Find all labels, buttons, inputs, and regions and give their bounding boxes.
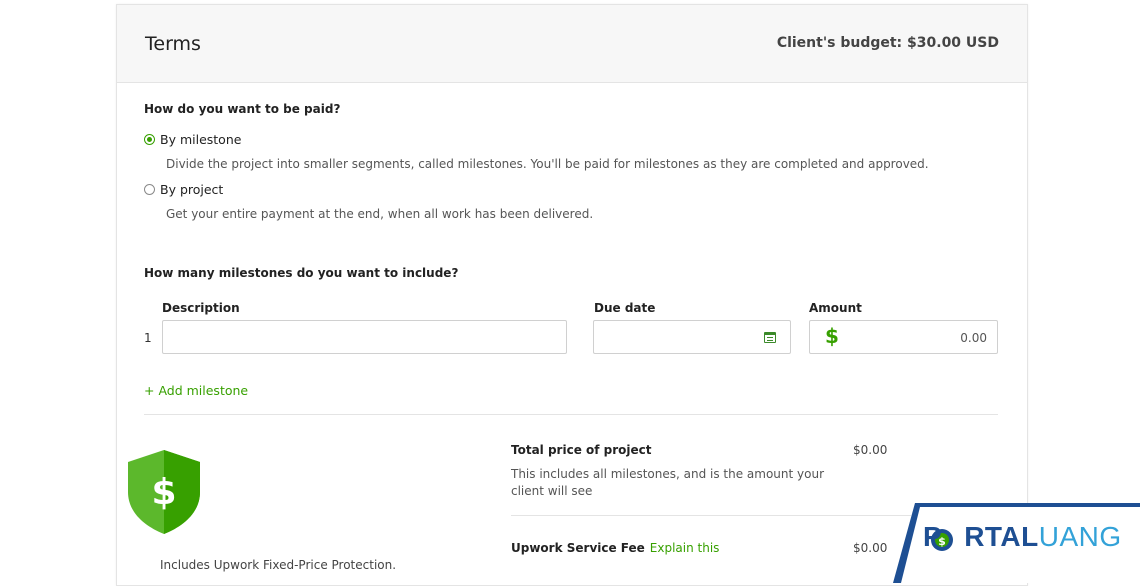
- total-price-label: Total price of project: [511, 443, 652, 457]
- radio-label: By project: [160, 182, 224, 197]
- amount-value: 0.00: [960, 331, 987, 345]
- divider: [511, 515, 911, 516]
- payment-question: How do you want to be paid?: [144, 102, 341, 116]
- calendar-icon[interactable]: [764, 332, 776, 343]
- radio-unselected-icon[interactable]: [144, 184, 155, 195]
- divider: [144, 414, 998, 415]
- add-milestone-link[interactable]: + Add milestone: [144, 383, 248, 398]
- total-price-value: $0.00: [853, 443, 888, 457]
- explain-this-link[interactable]: Explain this: [650, 541, 720, 555]
- card-header: Terms Client's budget: $30.00 USD: [117, 5, 1027, 83]
- dollar-icon: $: [825, 324, 839, 348]
- radio-selected-icon[interactable]: [144, 134, 155, 145]
- column-amount: Amount: [809, 301, 862, 315]
- radio-label: By milestone: [160, 132, 242, 147]
- service-fee-value: $0.00: [853, 541, 888, 555]
- portaluang-logo: P RTALUANG: [923, 521, 1122, 552]
- milestone-description-input[interactable]: [162, 320, 567, 354]
- milestone-index: 1: [144, 331, 152, 345]
- due-date-input[interactable]: [593, 320, 791, 354]
- milestones-question: How many milestones do you want to inclu…: [144, 266, 459, 280]
- service-fee-row: Upwork Service Fee Explain this: [511, 541, 719, 555]
- service-fee-label: Upwork Service Fee: [511, 541, 645, 555]
- client-budget: Client's budget: $30.00 USD: [776, 35, 999, 51]
- amount-input[interactable]: $ 0.00: [809, 320, 998, 354]
- page-title: Terms: [145, 33, 201, 55]
- radio-by-project[interactable]: By project: [144, 182, 223, 197]
- option-description: Get your entire payment at the end, when…: [166, 207, 594, 221]
- total-price-description: This includes all milestones, and is the…: [511, 467, 825, 498]
- svg-text:$: $: [151, 472, 176, 513]
- option-description: Divide the project into smaller segments…: [166, 157, 929, 171]
- column-due-date: Due date: [594, 301, 656, 315]
- column-description: Description: [162, 301, 240, 315]
- shield-dollar-icon: $: [128, 450, 200, 534]
- radio-by-milestone[interactable]: By milestone: [144, 132, 241, 147]
